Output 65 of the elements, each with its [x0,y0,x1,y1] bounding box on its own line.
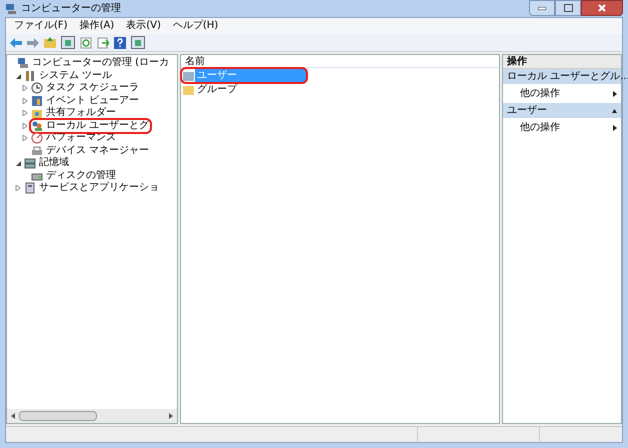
scroll-left-icon[interactable] [11,413,15,419]
export-icon[interactable] [97,36,109,48]
list-item[interactable]: グループ [195,83,306,96]
panel-icon[interactable] [61,36,75,49]
submenu-arrow-icon [613,90,617,96]
tree-item[interactable]: ディスクの管理 [46,170,116,182]
menu-item[interactable]: 表示(V) [126,19,161,33]
action-section-header[interactable]: ユーザー [503,103,621,118]
action-link[interactable]: 他の操作 [520,120,560,135]
expand-arrow-icon[interactable] [22,135,28,142]
tree-item[interactable]: デバイス マネージャー [46,144,150,157]
column-header[interactable]: 名前 [181,55,499,68]
clock-icon [31,82,43,94]
collapse-arrow-icon[interactable] [15,160,21,166]
computer-icon [5,2,17,14]
menu-item[interactable]: ファイル(F) [14,19,68,33]
refresh-icon[interactable] [80,36,92,48]
close-icon [598,4,606,12]
tree-item[interactable]: タスク スケジューラ [46,82,140,94]
collapse-caret-icon[interactable] [612,108,617,112]
tree-item[interactable]: イベント ビューアー [46,94,140,107]
actions-header: 操作 [503,55,621,69]
expand-arrow-icon[interactable] [22,122,28,129]
horizontal-scrollbar[interactable] [7,409,177,423]
services-icon [24,182,36,194]
maximize-icon [564,4,572,12]
expand-arrow-icon[interactable] [22,85,28,92]
users-icon [31,120,43,132]
tree-item[interactable]: 共有フォルダー [46,107,116,120]
scroll-thumb[interactable] [19,411,97,421]
event-log-icon [31,94,43,107]
scroll-right-icon[interactable] [169,413,173,419]
computer-icon [17,57,29,70]
tree-item[interactable]: パフォーマンス [46,132,116,144]
up-folder-icon[interactable] [44,37,56,48]
action-link[interactable]: 他の操作 [520,86,560,101]
tools-icon [24,70,36,82]
panel-icon[interactable] [131,36,145,49]
close-button[interactable] [581,0,623,16]
window-title: コンピューターの管理 [21,2,121,16]
storage-icon [24,157,36,170]
printer-icon [31,144,43,157]
tree-item[interactable]: 記憶域 [39,157,69,170]
menu-item[interactable]: 操作(A) [80,19,114,33]
folder-icon [183,84,194,94]
minimize-button[interactable] [529,0,555,16]
expand-arrow-icon[interactable] [15,185,21,192]
help-icon[interactable] [114,36,126,48]
section-title: ユーザー [507,104,547,118]
folder-icon [183,70,194,80]
tree-item[interactable]: システム ツール [39,70,112,82]
maximize-button[interactable] [555,0,581,16]
shared-folder-icon [31,107,43,120]
expand-arrow-icon[interactable] [22,98,28,104]
forward-arrow-icon[interactable] [27,38,39,48]
back-arrow-icon[interactable] [10,38,22,48]
tree-item[interactable]: コンピューターの管理 (ローカ [32,57,170,70]
menu-item[interactable]: ヘルプ(H) [172,19,218,33]
tree-item[interactable]: サービスとアプリケーショ [39,182,159,194]
minimize-icon [538,6,546,10]
tree-item[interactable]: ローカル ユーザーとグ [46,120,150,132]
collapse-arrow-icon[interactable] [15,72,21,79]
expand-arrow-icon[interactable] [22,110,28,116]
submenu-arrow-icon [613,124,617,130]
gauge-icon [31,132,43,144]
